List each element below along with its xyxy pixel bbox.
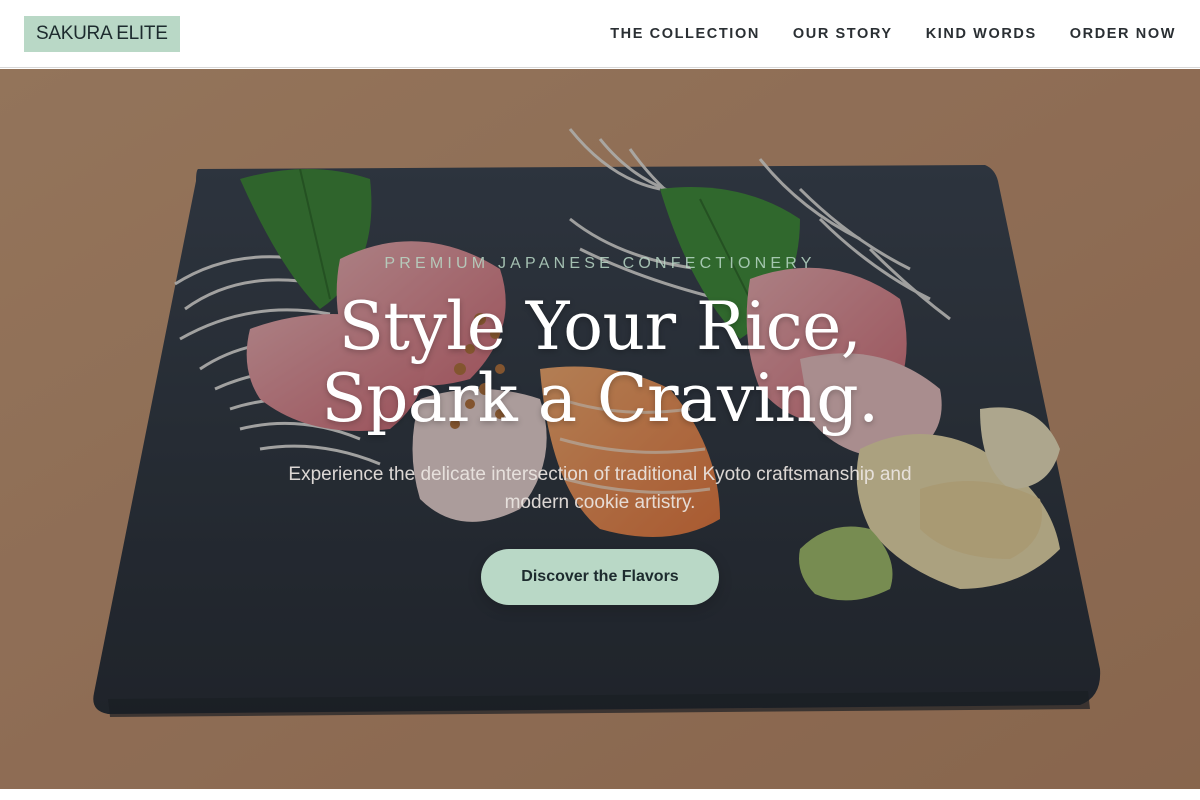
main-nav: THE COLLECTION OUR STORY KIND WORDS ORDE… bbox=[610, 26, 1176, 42]
brand-logo[interactable]: SAKURA ELITE bbox=[24, 15, 180, 52]
discover-flavors-button[interactable]: Discover the Flavors bbox=[481, 549, 719, 605]
hero-headline-line2: Spark a Craving. bbox=[321, 360, 879, 437]
hero-subtext: Experience the delicate intersection of … bbox=[288, 464, 912, 513]
nav-link-kind-words[interactable]: KIND WORDS bbox=[926, 26, 1037, 42]
hero-section: PREMIUM JAPANESE CONFECTIONERY Style You… bbox=[0, 69, 1200, 789]
hero-eyebrow: PREMIUM JAPANESE CONFECTIONERY bbox=[384, 255, 816, 272]
hero-headline: Style Your Rice, Spark a Craving. bbox=[0, 291, 1200, 435]
nav-link-collection[interactable]: THE COLLECTION bbox=[610, 26, 760, 42]
nav-link-order-now[interactable]: ORDER NOW bbox=[1070, 26, 1176, 42]
hero-headline-line1: Style Your Rice, bbox=[338, 288, 862, 365]
nav-link-our-story[interactable]: OUR STORY bbox=[793, 26, 893, 42]
top-navbar: SAKURA ELITE THE COLLECTION OUR STORY KI… bbox=[0, 0, 1200, 68]
hero-content: PREMIUM JAPANESE CONFECTIONERY Style You… bbox=[0, 69, 1200, 789]
